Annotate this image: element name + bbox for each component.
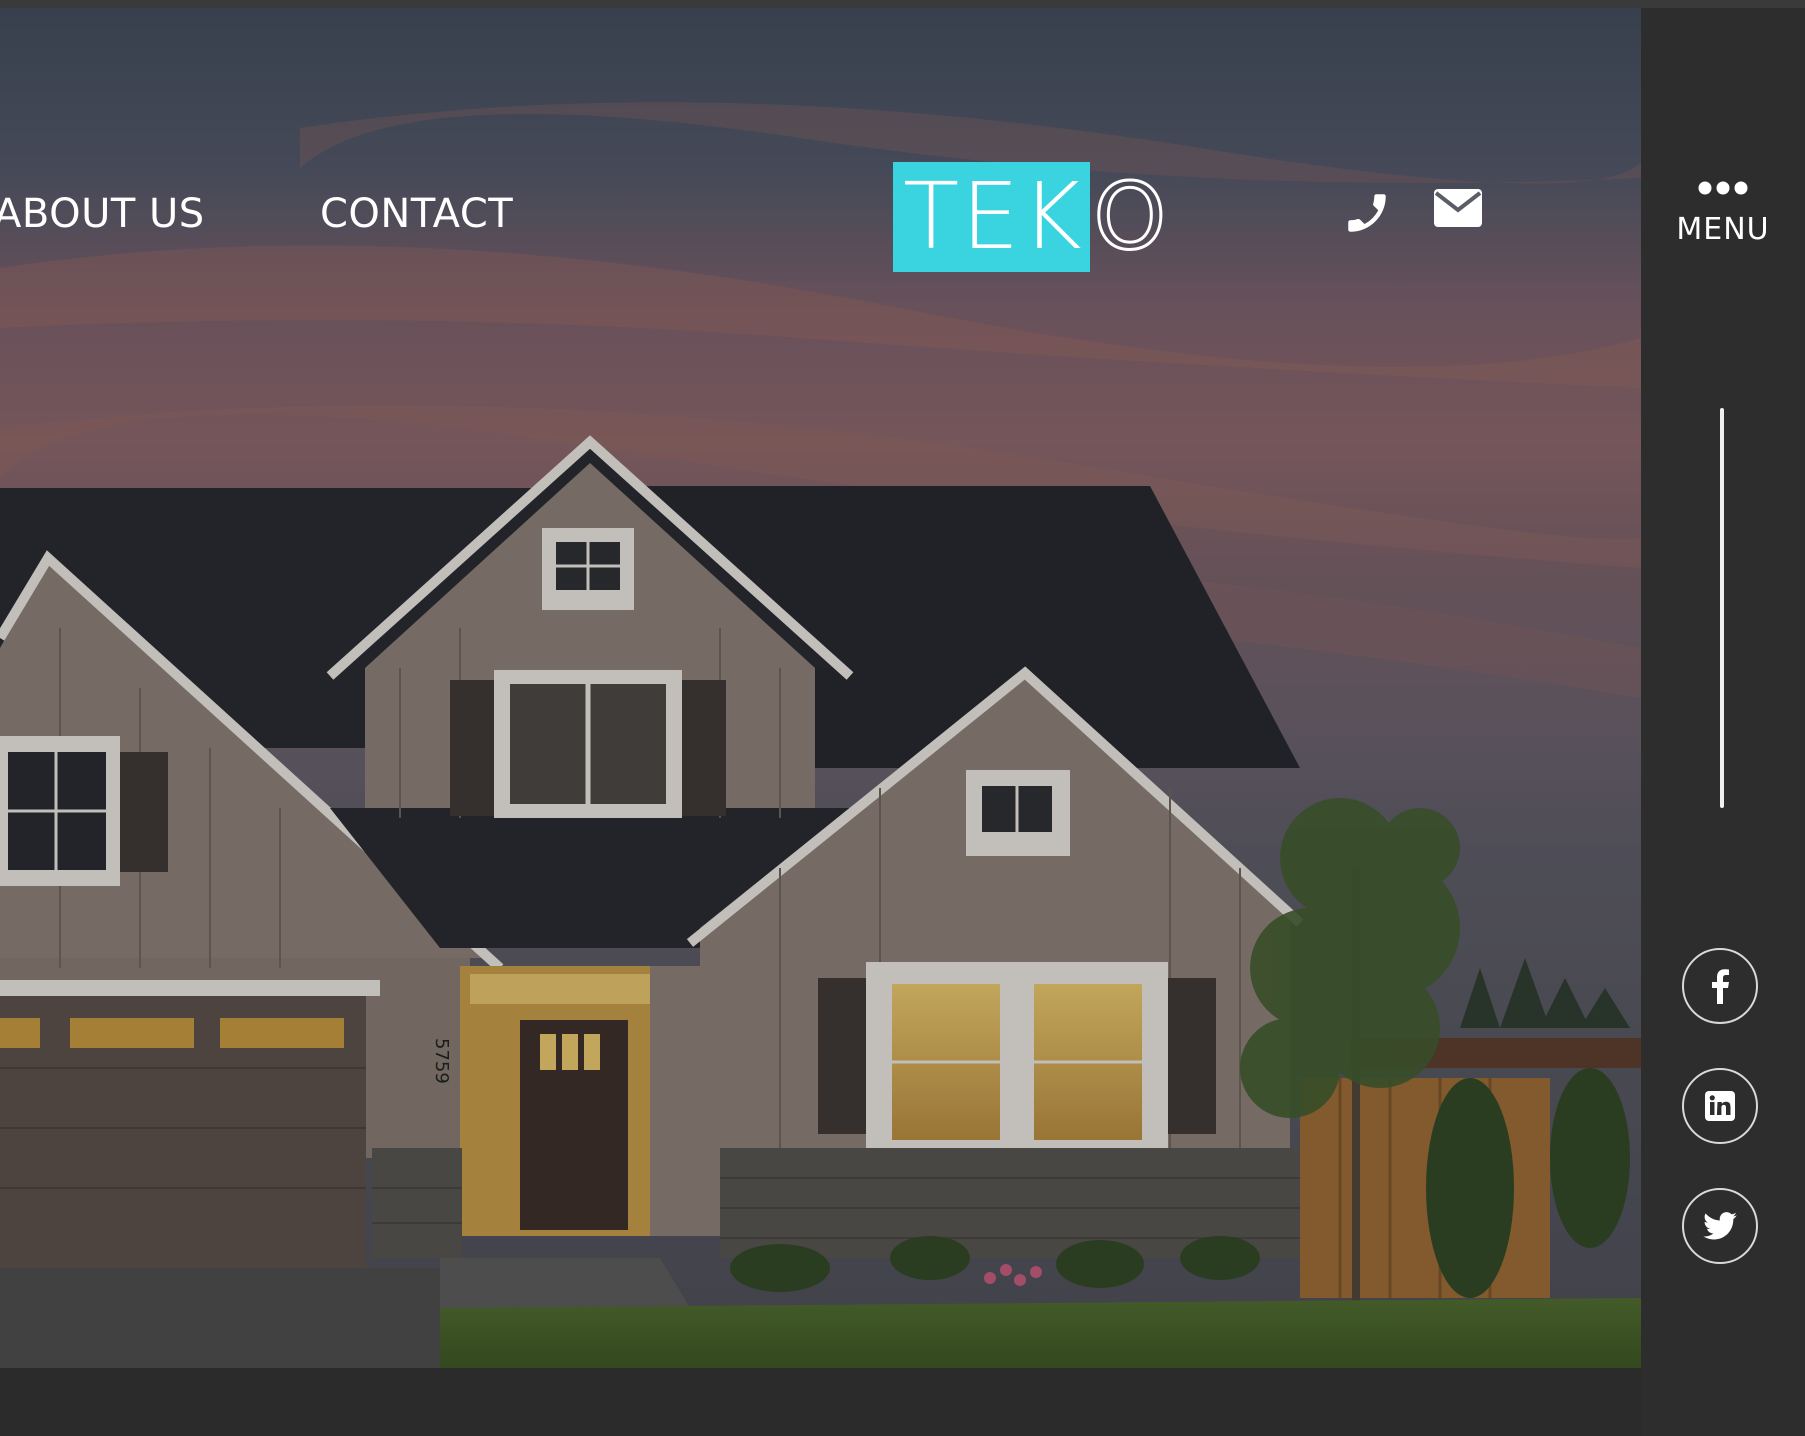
nav-about-us[interactable]: ABOUT US: [0, 190, 205, 238]
more-dots-icon: [1698, 181, 1748, 195]
phone-icon[interactable]: [1342, 188, 1396, 242]
nav-contact[interactable]: CONTACT: [320, 190, 513, 238]
facebook-icon[interactable]: [1682, 948, 1758, 1024]
house-number: 5759: [431, 1038, 452, 1084]
menu-button[interactable]: MENU: [1641, 168, 1805, 268]
twitter-icon[interactable]: [1682, 1188, 1758, 1264]
envelope-icon[interactable]: [1433, 188, 1487, 242]
logo-outline-text: O: [1092, 162, 1167, 272]
sidebar: MENU: [1641, 8, 1805, 1436]
logo[interactable]: TEK O: [893, 162, 1168, 272]
scroll-indicator: [1720, 408, 1724, 808]
menu-label: MENU: [1676, 212, 1770, 247]
page: 5759 ABOUT US CONTACT TEK O MENU: [0, 0, 1805, 1436]
linkedin-icon[interactable]: [1682, 1068, 1758, 1144]
top-strip: [0, 0, 1805, 8]
hero-image: 5759 ABOUT US CONTACT TEK O: [0, 8, 1641, 1368]
logo-boxed-text: TEK: [893, 162, 1090, 272]
